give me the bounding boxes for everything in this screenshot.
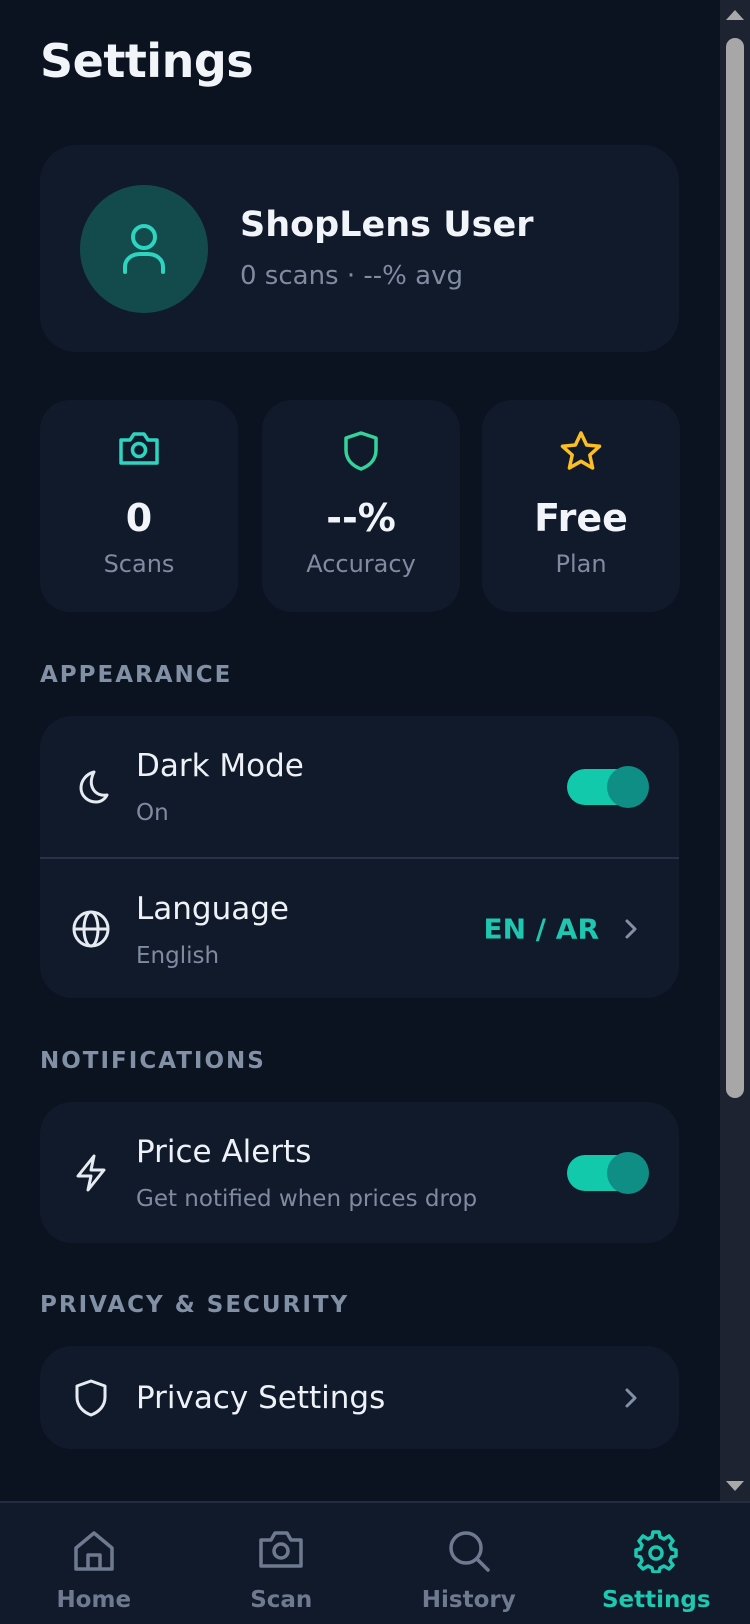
stat-card-plan: Free Plan <box>482 400 680 612</box>
page-title: Settings <box>40 34 254 88</box>
globe-icon <box>72 910 110 947</box>
stat-label: Accuracy <box>306 550 416 578</box>
search-icon <box>449 1531 490 1572</box>
scroll-down-arrow-icon[interactable] <box>726 1481 744 1491</box>
nav-label: Scan <box>250 1587 313 1613</box>
price-alerts-row[interactable]: Price Alerts Get notified when prices dr… <box>40 1102 679 1243</box>
nav-item-home[interactable]: Home <box>0 1503 188 1624</box>
appearance-card: Dark Mode On Language English EN / AR <box>40 716 679 998</box>
nav-label: Settings <box>601 1587 711 1613</box>
nav-item-history[interactable]: History <box>375 1503 563 1624</box>
price-alerts-toggle[interactable] <box>567 1151 649 1194</box>
nav-label: History <box>421 1587 516 1613</box>
price-alerts-subtitle: Get notified when prices drop <box>136 1186 478 1212</box>
nav-label: Home <box>56 1587 132 1613</box>
price-alerts-title: Price Alerts <box>136 1134 312 1170</box>
dark-mode-toggle[interactable] <box>567 765 649 808</box>
notifications-card: Price Alerts Get notified when prices dr… <box>40 1102 679 1243</box>
privacy-settings-row[interactable]: Privacy Settings <box>40 1346 679 1449</box>
language-subtitle: English <box>136 943 220 969</box>
settings-screen: Settings ShopLens User 0 scans · --% avg… <box>0 0 720 1501</box>
moon-icon <box>79 770 109 803</box>
stat-label: Plan <box>555 550 607 578</box>
dark-mode-subtitle: On <box>136 800 169 826</box>
chevron-right-icon <box>625 919 637 938</box>
gear-icon <box>634 1530 678 1573</box>
nav-item-scan[interactable]: Scan <box>188 1503 376 1624</box>
profile-name: ShopLens User <box>240 205 534 245</box>
home-icon <box>74 1531 114 1571</box>
stat-value: Free <box>534 496 628 540</box>
nav-item-settings[interactable]: Settings <box>563 1503 750 1624</box>
section-header-notifications: NOTIFICATIONS <box>40 1048 266 1074</box>
chevron-right-icon <box>625 1388 637 1407</box>
stat-value: 0 <box>125 496 153 540</box>
camera-icon <box>119 432 159 465</box>
language-value: EN / AR <box>483 912 599 945</box>
language-title: Language <box>136 891 289 927</box>
stat-card-accuracy: --% Accuracy <box>262 400 460 612</box>
bottom-navigation: Home Scan History Settings <box>0 1501 750 1624</box>
scroll-up-arrow-icon[interactable] <box>726 10 744 20</box>
dark-mode-row[interactable]: Dark Mode On <box>40 716 679 857</box>
profile-card[interactable]: ShopLens User 0 scans · --% avg <box>40 145 679 352</box>
scrollbar[interactable] <box>720 0 750 1501</box>
profile-subtitle: 0 scans · --% avg <box>240 261 463 291</box>
star-icon <box>560 431 602 470</box>
language-row[interactable]: Language English EN / AR <box>40 857 679 998</box>
section-header-privacy: PRIVACY & SECURITY <box>40 1292 350 1318</box>
stat-card-scans: 0 Scans <box>40 400 238 612</box>
stat-value: --% <box>326 496 396 540</box>
privacy-card: Privacy Settings <box>40 1346 679 1449</box>
lightning-icon <box>76 1154 106 1191</box>
section-header-appearance: APPEARANCE <box>40 662 233 688</box>
user-icon <box>123 224 165 274</box>
stat-label: Scans <box>103 550 175 578</box>
dark-mode-title: Dark Mode <box>136 748 304 784</box>
privacy-settings-title: Privacy Settings <box>136 1379 386 1416</box>
camera-icon <box>259 1531 303 1568</box>
shield-icon <box>344 431 378 471</box>
scrollbar-thumb[interactable] <box>726 38 744 1098</box>
shield-icon <box>75 1379 107 1416</box>
avatar <box>80 185 208 313</box>
